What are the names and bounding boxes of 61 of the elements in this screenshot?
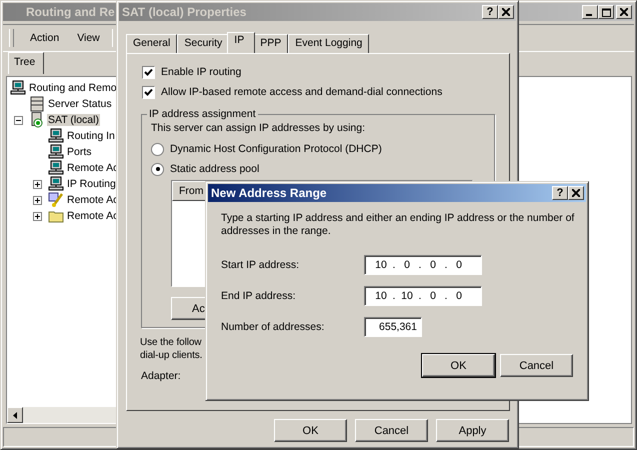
left-arrow-icon [13,412,17,418]
tree-item[interactable]: Routing In [66,130,116,142]
expand-icon[interactable] [33,196,42,204]
close-icon [502,8,510,16]
close-icon [572,189,580,197]
field-label: End IP address: [221,290,297,302]
tree-item[interactable]: Ports [66,146,93,158]
tools-icon [48,192,64,208]
server-icon [29,112,45,128]
tab[interactable]: Event Logging [288,34,370,53]
maximize-icon [602,8,610,16]
radio-label: Dynamic Host Configuration Protocol (DHCP) [170,143,382,155]
computer-icon [10,80,26,96]
check-icon [144,68,153,76]
computer-icon [48,144,64,160]
help-button[interactable]: ? [552,186,568,200]
radio-button[interactable] [151,162,164,176]
dialog-button[interactable]: OK [274,419,347,442]
computer-icon [48,128,64,144]
checkbox-label: Allow IP-based remote access and demand-dial connections [161,86,442,98]
tree-tab[interactable]: Tree [8,52,44,74]
dialog-button[interactable]: OK [422,354,495,377]
dialog-button[interactable]: Cancel [355,419,428,442]
dialog-button[interactable]: Cancel [500,354,573,377]
checkbox[interactable] [142,66,155,78]
field-label: Number of addresses: [221,321,326,333]
tree-item[interactable]: Routing and Remo [28,82,118,94]
group-title: IP address assignment [148,108,257,120]
expand-icon[interactable] [33,212,42,220]
computer-icon [48,176,64,192]
close-button[interactable] [568,186,584,200]
dialog-button[interactable]: Apply [436,419,509,442]
menu-item[interactable]: Action [24,32,66,44]
tab[interactable]: PPP [253,34,288,53]
ip-address-field[interactable]: 10 . 10 . 0 . 0 [364,286,482,306]
server-icon [29,96,45,112]
note-text: Use the follow dial-up clients. [140,336,204,362]
tree-item[interactable]: IP Routing [66,178,117,190]
tree-item[interactable]: Server Status [47,98,113,110]
collapse-icon[interactable] [14,116,23,124]
adapter-label: Adapter: [141,370,182,382]
close-icon [620,8,628,16]
menu-item[interactable]: View [71,32,106,44]
tab[interactable]: IP [227,32,256,53]
group-text: This server can assign IP addresses by using: [151,122,366,134]
dialog-title: New Address Range [211,186,327,200]
checkbox-label: Enable IP routing [161,66,242,78]
tab[interactable]: General [126,34,178,53]
radio-button[interactable] [151,142,164,156]
dialog-title: SAT (local) Properties [122,5,246,19]
checkbox[interactable] [142,86,155,98]
number-field[interactable]: 655,361 [364,317,422,337]
radio-label: Static address pool [170,163,260,175]
instruction-text: Type a starting IP address and either an ending IP address or the number of addresses in the range. [221,212,576,238]
window-title: Routing and Re [25,5,115,19]
ip-address-field[interactable]: 10 . 0 . 0 . 0 [364,255,482,275]
tree-item[interactable]: SAT (local) [47,114,100,126]
expand-icon[interactable] [33,180,42,188]
field-label: Start IP address: [221,259,300,271]
computer-icon [48,160,64,176]
check-icon [144,88,153,96]
